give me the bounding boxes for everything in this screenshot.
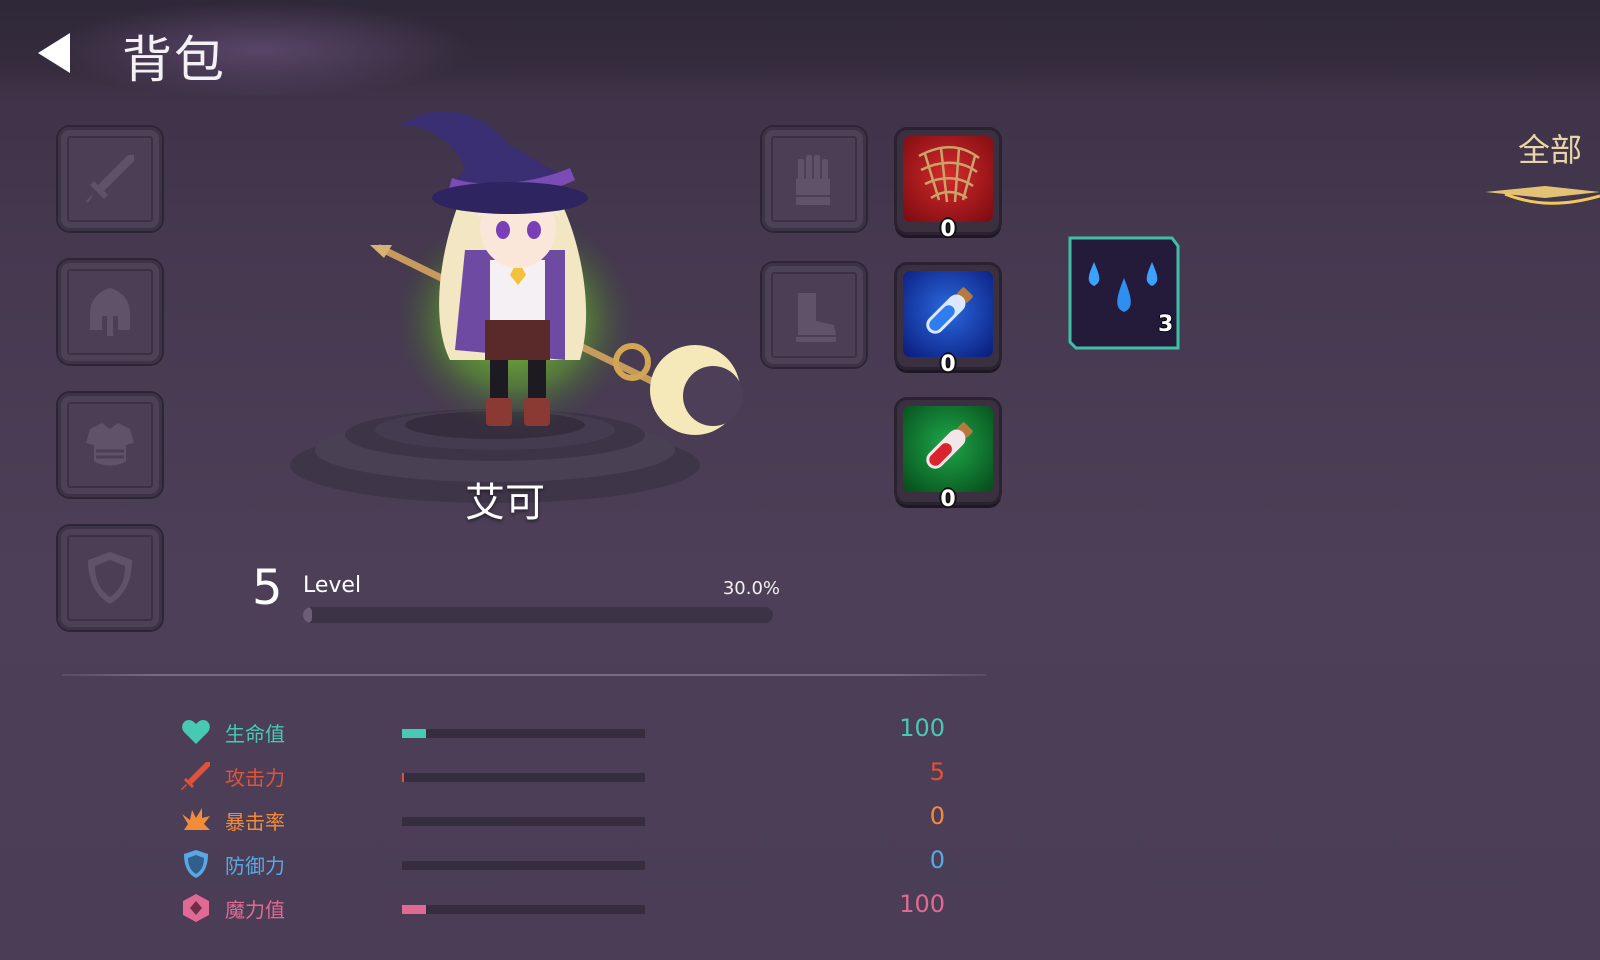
glove-icon — [796, 155, 830, 205]
item-count: 0 — [940, 352, 956, 377]
stat-bar-fill — [402, 905, 427, 914]
stat-row-defense: 防御力 0 — [180, 844, 945, 884]
character-name: 艾可 — [465, 480, 545, 526]
blue-potion-icon — [926, 287, 973, 334]
stat-value: 100 — [899, 890, 945, 918]
stat-label: 生命值 — [225, 722, 285, 746]
level-number: 5 — [252, 560, 283, 616]
stat-bar — [402, 729, 645, 738]
stat-value: 5 — [929, 758, 945, 786]
equip-slot-gloves[interactable] — [762, 127, 866, 231]
page-title: 背包 — [122, 31, 226, 89]
boot-icon — [796, 293, 836, 342]
stat-row-attack: 攻击力 5 — [180, 756, 945, 796]
stat-bar-fill — [402, 773, 405, 782]
sword-icon — [181, 762, 210, 790]
exp-percent: 30.0% — [722, 578, 780, 599]
shield-icon — [184, 850, 208, 878]
equip-slot-weapon[interactable] — [58, 127, 162, 231]
helmet-icon — [90, 288, 130, 336]
quick-item-blue-potion[interactable]: 0 — [897, 265, 999, 377]
item-count: 0 — [940, 487, 956, 512]
stat-value: 0 — [929, 802, 945, 830]
equip-slot-armor[interactable] — [58, 393, 162, 497]
stat-bar — [402, 905, 645, 914]
heart-icon — [182, 720, 210, 744]
shield-icon — [88, 552, 132, 604]
stat-label: 防御力 — [225, 854, 285, 878]
magic-icon — [183, 894, 209, 922]
stat-bar — [402, 773, 645, 782]
back-arrow-icon[interactable] — [30, 28, 80, 78]
sword-icon — [86, 155, 134, 203]
quick-item-net[interactable]: 0 — [897, 130, 999, 242]
inventory-filter-all[interactable]: 全部 — [1518, 125, 1582, 171]
equip-slot-boots[interactable] — [762, 263, 866, 367]
header-bar: 背包 — [0, 0, 1600, 95]
armor-icon — [86, 423, 134, 466]
stat-value: 100 — [899, 714, 945, 742]
crit-icon — [182, 808, 210, 830]
item-count: 3 — [1158, 312, 1174, 337]
section-divider — [62, 674, 987, 676]
item-count: 0 — [940, 217, 956, 242]
stat-row-crit: 暴击率 0 — [180, 800, 945, 840]
stat-value: 0 — [929, 846, 945, 874]
equip-slot-shield[interactable] — [58, 526, 162, 630]
exp-progress-bar — [303, 607, 773, 623]
quick-item-red-potion[interactable]: 0 — [897, 400, 999, 512]
stat-label: 暴击率 — [225, 810, 285, 834]
red-potion-icon — [926, 422, 973, 469]
stat-bar-fill — [402, 729, 427, 738]
exp-progress-fill — [303, 607, 313, 623]
net-icon — [918, 146, 980, 203]
stat-row-mana: 魔力值 100 — [180, 888, 945, 928]
filter-underline — [1065, 186, 1600, 205]
level-label: Level — [303, 573, 362, 598]
stat-bar — [402, 861, 645, 870]
stat-bar — [402, 817, 645, 826]
stat-label: 攻击力 — [225, 766, 285, 790]
equip-slot-helmet[interactable] — [58, 260, 162, 364]
stat-label: 魔力值 — [225, 898, 285, 922]
stat-row-hp: 生命值 100 — [180, 712, 945, 752]
character-sprite — [370, 111, 743, 435]
